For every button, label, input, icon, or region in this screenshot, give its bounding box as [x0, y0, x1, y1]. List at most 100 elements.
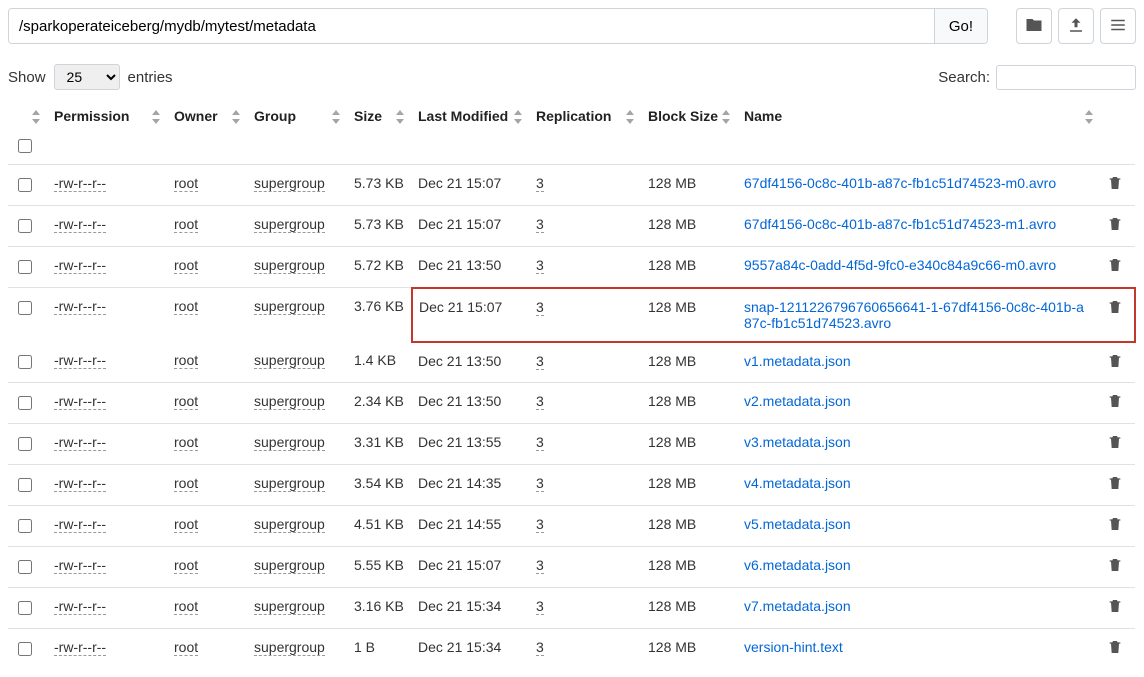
owner-value[interactable]: root	[174, 257, 198, 274]
row-checkbox[interactable]	[18, 178, 32, 192]
delete-button[interactable]	[1107, 642, 1123, 658]
col-header-select[interactable]	[8, 104, 48, 136]
col-header-size[interactable]: Size	[348, 104, 412, 136]
file-name-link[interactable]: 67df4156-0c8c-401b-a87c-fb1c51d74523-m0.…	[744, 175, 1056, 191]
owner-value[interactable]: root	[174, 557, 198, 574]
replication-value[interactable]: 3	[536, 175, 544, 192]
permission-value[interactable]: -rw-r--r--	[54, 516, 106, 533]
group-value[interactable]: supergroup	[254, 352, 325, 369]
file-name-link[interactable]: v4.metadata.json	[744, 475, 851, 491]
delete-button[interactable]	[1107, 560, 1123, 576]
owner-value[interactable]: root	[174, 516, 198, 533]
row-checkbox[interactable]	[18, 437, 32, 451]
delete-button[interactable]	[1107, 396, 1123, 412]
replication-value[interactable]: 3	[536, 393, 544, 410]
owner-value[interactable]: root	[174, 639, 198, 656]
permission-value[interactable]: -rw-r--r--	[54, 352, 106, 369]
owner-value[interactable]: root	[174, 352, 198, 369]
upload-icon-button[interactable]	[1058, 8, 1094, 44]
row-checkbox[interactable]	[18, 355, 32, 369]
row-checkbox[interactable]	[18, 601, 32, 615]
permission-value[interactable]: -rw-r--r--	[54, 475, 106, 492]
col-header-permission[interactable]: Permission	[48, 104, 168, 136]
col-header-owner[interactable]: Owner	[168, 104, 248, 136]
col-header-name[interactable]: Name	[738, 104, 1101, 136]
delete-button[interactable]	[1107, 219, 1123, 235]
owner-value[interactable]: root	[174, 298, 198, 315]
file-name-link[interactable]: 67df4156-0c8c-401b-a87c-fb1c51d74523-m1.…	[744, 216, 1056, 232]
delete-button[interactable]	[1107, 260, 1123, 276]
replication-value[interactable]: 3	[536, 639, 544, 656]
row-checkbox[interactable]	[18, 260, 32, 274]
replication-value[interactable]: 3	[536, 434, 544, 451]
owner-value[interactable]: root	[174, 434, 198, 451]
group-value[interactable]: supergroup	[254, 516, 325, 533]
search-input[interactable]	[996, 65, 1136, 90]
replication-value[interactable]: 3	[536, 353, 544, 370]
delete-button[interactable]	[1107, 178, 1123, 194]
delete-button[interactable]	[1107, 601, 1123, 617]
delete-button[interactable]	[1107, 478, 1123, 494]
group-value[interactable]: supergroup	[254, 257, 325, 274]
group-value[interactable]: supergroup	[254, 598, 325, 615]
row-checkbox[interactable]	[18, 560, 32, 574]
go-button[interactable]: Go!	[934, 9, 987, 43]
select-all-checkbox[interactable]	[18, 139, 32, 153]
row-checkbox[interactable]	[18, 219, 32, 233]
row-checkbox[interactable]	[18, 301, 32, 315]
delete-button[interactable]	[1107, 437, 1123, 453]
replication-value[interactable]: 3	[536, 557, 544, 574]
row-checkbox[interactable]	[18, 642, 32, 656]
col-header-replication[interactable]: Replication	[530, 104, 642, 136]
file-name-link[interactable]: v5.metadata.json	[744, 516, 851, 532]
file-name-link[interactable]: v6.metadata.json	[744, 557, 851, 573]
page-length-select[interactable]: 25	[54, 64, 120, 90]
permission-value[interactable]: -rw-r--r--	[54, 434, 106, 451]
group-value[interactable]: supergroup	[254, 639, 325, 656]
group-value[interactable]: supergroup	[254, 434, 325, 451]
delete-button[interactable]	[1107, 302, 1123, 318]
owner-value[interactable]: root	[174, 216, 198, 233]
group-value[interactable]: supergroup	[254, 475, 325, 492]
replication-value[interactable]: 3	[536, 257, 544, 274]
permission-value[interactable]: -rw-r--r--	[54, 216, 106, 233]
replication-value[interactable]: 3	[536, 299, 544, 316]
replication-value[interactable]: 3	[536, 516, 544, 533]
permission-value[interactable]: -rw-r--r--	[54, 175, 106, 192]
replication-value[interactable]: 3	[536, 598, 544, 615]
group-value[interactable]: supergroup	[254, 216, 325, 233]
owner-value[interactable]: root	[174, 598, 198, 615]
list-icon-button[interactable]	[1100, 8, 1136, 44]
col-header-block-size[interactable]: Block Size	[642, 104, 738, 136]
permission-value[interactable]: -rw-r--r--	[54, 557, 106, 574]
owner-value[interactable]: root	[174, 175, 198, 192]
file-name-link[interactable]: v3.metadata.json	[744, 434, 851, 450]
path-input[interactable]	[9, 9, 934, 43]
row-checkbox[interactable]	[18, 396, 32, 410]
delete-button[interactable]	[1107, 356, 1123, 372]
permission-value[interactable]: -rw-r--r--	[54, 257, 106, 274]
group-value[interactable]: supergroup	[254, 175, 325, 192]
permission-value[interactable]: -rw-r--r--	[54, 598, 106, 615]
owner-value[interactable]: root	[174, 475, 198, 492]
col-header-group[interactable]: Group	[248, 104, 348, 136]
file-name-link[interactable]: snap-1211226796760656641-1-67df4156-0c8c…	[744, 299, 1084, 331]
permission-value[interactable]: -rw-r--r--	[54, 298, 106, 315]
folder-icon-button[interactable]	[1016, 8, 1052, 44]
replication-value[interactable]: 3	[536, 475, 544, 492]
permission-value[interactable]: -rw-r--r--	[54, 639, 106, 656]
file-name-link[interactable]: 9557a84c-0add-4f5d-9fc0-e340c84a9c66-m0.…	[744, 257, 1056, 273]
permission-value[interactable]: -rw-r--r--	[54, 393, 106, 410]
col-header-last-modified[interactable]: Last Modified	[412, 104, 530, 136]
row-checkbox[interactable]	[18, 519, 32, 533]
group-value[interactable]: supergroup	[254, 557, 325, 574]
file-name-link[interactable]: v7.metadata.json	[744, 598, 851, 614]
file-name-link[interactable]: v1.metadata.json	[744, 353, 851, 369]
group-value[interactable]: supergroup	[254, 298, 325, 315]
file-name-link[interactable]: v2.metadata.json	[744, 393, 851, 409]
row-checkbox[interactable]	[18, 478, 32, 492]
replication-value[interactable]: 3	[536, 216, 544, 233]
delete-button[interactable]	[1107, 519, 1123, 535]
owner-value[interactable]: root	[174, 393, 198, 410]
group-value[interactable]: supergroup	[254, 393, 325, 410]
